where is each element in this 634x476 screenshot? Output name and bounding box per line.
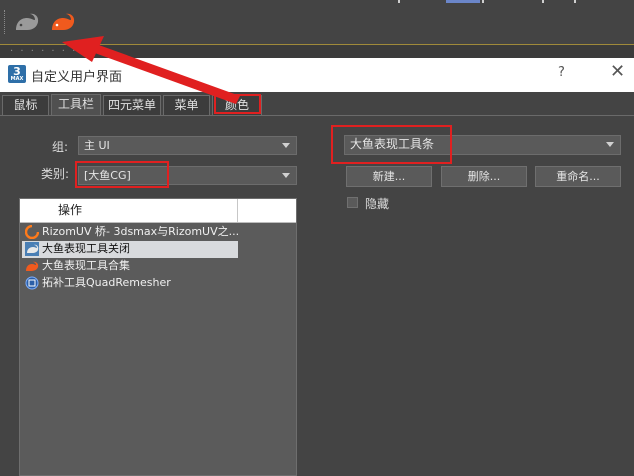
list-item-label: 大鱼表现工具合集	[42, 259, 130, 272]
chevron-down-icon	[282, 173, 290, 178]
category-label: 类别:	[41, 167, 70, 181]
chevron-down-icon	[282, 143, 290, 148]
gray-whale-button[interactable]	[12, 8, 42, 36]
list-item-selected[interactable]: 大鱼表现工具关闭	[22, 241, 238, 258]
list-item[interactable]: 大鱼表现工具合集	[22, 258, 238, 275]
annotation-highlight-colors-tab	[214, 94, 261, 114]
close-button[interactable]: ✕	[610, 62, 625, 82]
hide-checkbox-label[interactable]: 隐藏	[365, 195, 389, 212]
list-item-label: 拓补工具QuadRemesher	[42, 276, 171, 289]
dialog-title: 自定义用户界面	[31, 70, 123, 85]
tab-divider	[0, 115, 634, 116]
orange-whale-icon	[52, 13, 75, 30]
hide-checkbox[interactable]	[347, 197, 358, 208]
main-toolbar	[0, 0, 634, 44]
annotation-highlight-category	[75, 161, 169, 188]
column-header-action[interactable]: 操作	[20, 199, 238, 222]
top-edge-marks	[380, 0, 620, 4]
3dsmax-app-icon: 3 MAX	[8, 65, 26, 83]
chevron-down-icon	[606, 142, 614, 147]
orange-whale-button[interactable]	[48, 8, 78, 36]
list-item[interactable]: RizomUV 桥- 3dsmax与RizomUV之...	[22, 224, 238, 241]
quadremesher-icon	[25, 276, 39, 290]
whale-blue-icon	[25, 242, 39, 256]
annotation-highlight-toolbar	[331, 125, 452, 164]
tab-menus[interactable]: 菜单	[163, 95, 210, 116]
tab-bar: 鼠标 工具栏 四元菜单 菜单 颜色	[0, 94, 634, 116]
new-button[interactable]: 新建...	[346, 166, 432, 187]
help-button[interactable]: ?	[558, 65, 565, 80]
dialog-titlebar[interactable]: 3 MAX 自定义用户界面 ? ✕	[0, 58, 634, 92]
delete-button[interactable]: 删除...	[441, 166, 527, 187]
group-dropdown-value: 主 UI	[84, 139, 110, 152]
list-item[interactable]: 拓补工具QuadRemesher	[22, 275, 238, 292]
screen: · · · · · · · · · · 3 MAX 自定义用户界面 ? ✕ 鼠标 …	[0, 0, 634, 476]
actions-list[interactable]: 操作 RizomUV 桥- 3dsmax与RizomUV之... 大鱼表现工具关…	[19, 198, 297, 476]
group-dropdown[interactable]: 主 UI	[78, 136, 297, 155]
whale-orange-icon	[26, 261, 39, 271]
toolbar-grip[interactable]	[4, 10, 6, 34]
group-label: 组:	[52, 140, 69, 154]
hidden-toolbar-strip: · · · · · · · · · ·	[0, 44, 634, 58]
rizomuv-icon	[25, 225, 39, 239]
rename-button[interactable]: 重命名...	[535, 166, 621, 187]
list-item-label: 大鱼表现工具关闭	[42, 242, 130, 255]
gray-whale-icon	[16, 13, 39, 30]
tab-mouse[interactable]: 鼠标	[2, 95, 49, 116]
obscured-text: · · · · · · · · · ·	[10, 46, 109, 57]
tab-toolbars[interactable]: 工具栏	[51, 94, 101, 116]
list-item-label: RizomUV 桥- 3dsmax与RizomUV之...	[42, 225, 238, 238]
tab-quad-menus[interactable]: 四元菜单	[103, 95, 161, 116]
actions-list-header: 操作	[20, 199, 296, 223]
customize-ui-dialog: 3 MAX 自定义用户界面 ? ✕ 鼠标 工具栏 四元菜单 菜单 颜色 组: 主 …	[0, 58, 634, 476]
